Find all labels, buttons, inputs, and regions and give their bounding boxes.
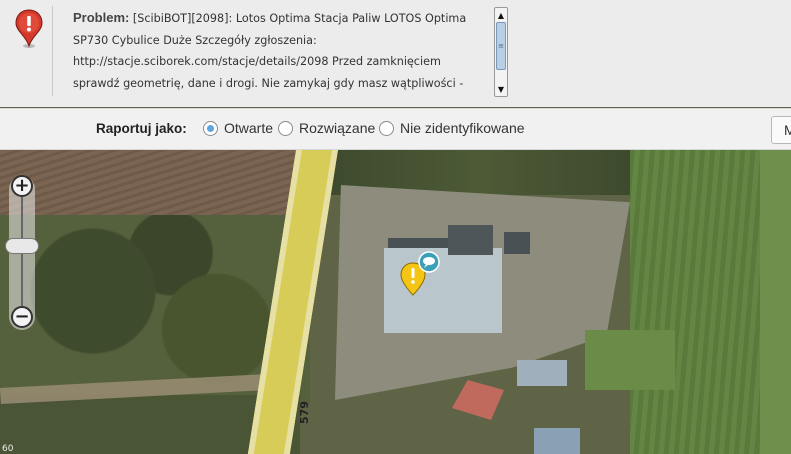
radio-resolved-label: Rozwiązane [299, 120, 376, 136]
report-action-button[interactable]: M [771, 116, 791, 144]
radio-button[interactable] [278, 120, 293, 136]
zoom-in-button[interactable]: + [11, 175, 33, 197]
problem-panel: Problem: [ScibiBOT][2098]: Lotos Optima … [0, 0, 791, 107]
problem-label: Problem: [73, 10, 130, 25]
radio-not-identified[interactable]: Nie zidentyfikowane [379, 120, 525, 136]
scroll-down-arrow-icon[interactable]: ▼ [496, 83, 506, 95]
road-number-label: 579 [298, 401, 311, 424]
radio-button[interactable] [379, 120, 394, 136]
radio-open-label: Otwarte [224, 120, 274, 136]
report-as-label: Raportuj jako: [96, 121, 187, 136]
red-roof-house [452, 380, 504, 420]
problem-scrollbar[interactable]: ▲ ≡ ▼ [494, 7, 508, 97]
scale-label: 60 [2, 444, 14, 454]
grass-patch [585, 330, 675, 390]
radio-open[interactable]: Otwarte [203, 120, 273, 136]
building-roof-small [504, 232, 530, 254]
radio-not-identified-label: Nie zidentyfikowane [400, 120, 525, 136]
comment-bubble-icon[interactable] [418, 251, 440, 273]
report-bar: Raportuj jako: Otwarte Rozwiązane Nie zi… [0, 108, 791, 150]
building-roof-dark [448, 225, 493, 255]
house [517, 360, 567, 386]
problem-text: [ScibiBOT][2098]: Lotos Optima Stacja Pa… [73, 12, 467, 90]
alert-circle-icon [15, 9, 43, 48]
problem-description: Problem: [ScibiBOT][2098]: Lotos Optima … [73, 7, 483, 97]
scroll-up-arrow-icon[interactable]: ▲ [496, 9, 506, 21]
scrollbar-thumb[interactable]: ≡ [496, 22, 506, 70]
crop-field-edge [760, 150, 791, 454]
radio-button-selected[interactable] [203, 120, 218, 136]
zoom-slider-handle[interactable] [5, 238, 39, 254]
zoom-out-button[interactable]: − [11, 306, 33, 328]
house [534, 428, 580, 454]
panel-divider [52, 6, 53, 96]
radio-resolved[interactable]: Rozwiązane [278, 120, 375, 136]
